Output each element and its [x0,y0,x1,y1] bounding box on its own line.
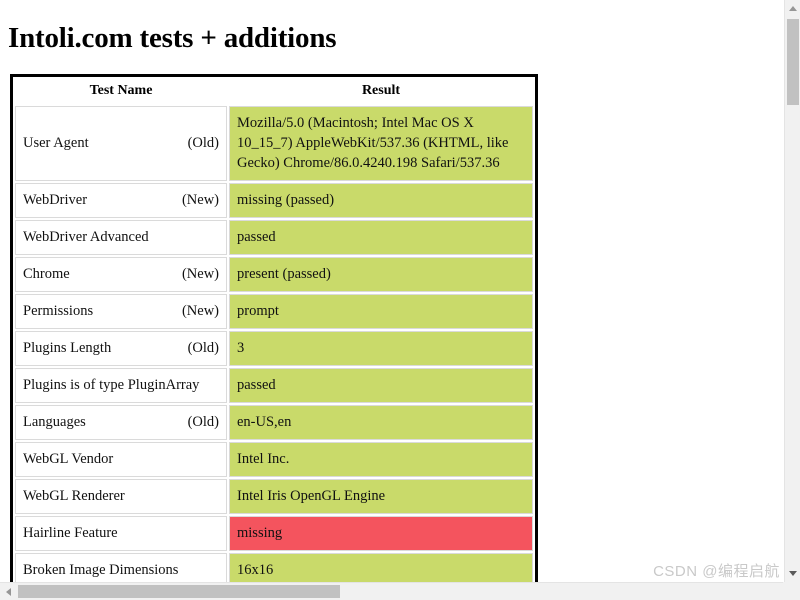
test-name-label: WebGL Renderer [23,488,125,504]
test-name-label: Permissions [23,303,94,319]
page-title: Intoli.com tests + additions [8,22,337,54]
table-row: WebDriver (New) missing (passed) [15,183,533,218]
test-name-label: WebDriver Advanced [23,229,149,245]
test-name-cell: WebGL Renderer [15,479,227,514]
test-result-cell: present (passed) [229,257,533,292]
table-row: Languages (Old) en-US,en [15,405,533,440]
test-name-inner: User Agent (Old) [23,133,219,153]
test-name-cell: Plugins Length (Old) [15,331,227,366]
test-name-label: User Agent [23,135,89,151]
test-result-cell: Intel Iris OpenGL Engine [229,479,533,514]
table-row: Permissions (New) prompt [15,294,533,329]
table-header-row: Test Name Result [15,79,533,104]
test-age-label: (New) [181,303,219,319]
test-name-inner: WebGL Vendor [23,449,219,469]
test-name-cell: WebDriver Advanced [15,220,227,255]
test-name-cell: User Agent (Old) [15,106,227,181]
table-row: Chrome (New) present (passed) [15,257,533,292]
table-header: Test Name Result [15,79,533,104]
test-name-inner: Hairline Feature [23,523,219,543]
scroll-left-button[interactable] [0,583,17,600]
table-body: User Agent (Old) Mozilla/5.0 (Macintosh; I… [15,106,533,582]
test-name-cell: Languages (Old) [15,405,227,440]
column-header-result: Result [229,79,533,104]
test-name-label: Hairline Feature [23,525,118,541]
vertical-scrollbar[interactable] [784,0,800,600]
scrollbar-corner [783,582,800,600]
test-name-inner: WebDriver Advanced [23,227,219,247]
test-name-inner: Languages (Old) [23,412,219,432]
browser-content-viewport: Intoli.com tests + additions Test Name R… [0,0,784,582]
test-result-cell: Intel Inc. [229,442,533,477]
test-name-inner: Plugins is of type PluginArray [23,375,219,395]
test-result-cell: missing (passed) [229,183,533,218]
test-name-cell: Plugins is of type PluginArray [15,368,227,403]
table-row: WebGL Vendor Intel Inc. [15,442,533,477]
test-name-label: Plugins is of type PluginArray [23,377,200,393]
table-row: Broken Image Dimensions 16x16 [15,553,533,582]
test-result-cell: en-US,en [229,405,533,440]
test-name-cell: WebDriver (New) [15,183,227,218]
horizontal-scrollbar[interactable] [0,582,784,600]
test-name-label: Languages [23,414,86,430]
test-name-label: WebDriver [23,192,88,208]
test-name-cell: Chrome (New) [15,257,227,292]
table-row: Plugins Length (Old) 3 [15,331,533,366]
page-content: Intoli.com tests + additions Test Name R… [0,0,784,582]
csdn-watermark: CSDN @编程启航 [653,563,780,580]
table-row: Plugins is of type PluginArray passed [15,368,533,403]
table-row: WebDriver Advanced passed [15,220,533,255]
test-result-cell: 16x16 [229,553,533,582]
vertical-scrollbar-thumb[interactable] [787,19,799,105]
scroll-down-button[interactable] [785,565,800,582]
test-age-label: (Old) [187,414,219,430]
test-result-cell: prompt [229,294,533,329]
column-header-test-name: Test Name [15,79,227,104]
test-name-inner: WebDriver (New) [23,190,219,210]
test-name-inner: WebGL Renderer [23,486,219,506]
test-age-label: (New) [181,266,219,282]
test-name-inner: Chrome (New) [23,264,219,284]
intoli-tests-table: Test Name Result User Agent (Old) Mozilla/… [13,77,535,582]
test-name-cell: Broken Image Dimensions [15,553,227,582]
test-name-inner: Broken Image Dimensions [23,560,219,580]
test-age-label: (New) [181,192,219,208]
table-row: User Agent (Old) Mozilla/5.0 (Macintosh; I… [15,106,533,181]
test-name-label: WebGL Vendor [23,451,114,467]
intoli-tests-table-container: Test Name Result User Agent (Old) Mozilla/… [10,74,538,582]
test-name-inner: Plugins Length (Old) [23,338,219,358]
scroll-up-button[interactable] [785,0,800,17]
test-result-cell: passed [229,368,533,403]
test-name-inner: Permissions (New) [23,301,219,321]
test-result-cell: passed [229,220,533,255]
triangle-up-icon [789,6,797,11]
test-name-cell: WebGL Vendor [15,442,227,477]
table-row: Hairline Feature missing [15,516,533,551]
test-result-cell: 3 [229,331,533,366]
test-name-label: Broken Image Dimensions [23,562,179,578]
test-age-label: (Old) [187,135,219,151]
test-result-cell: missing [229,516,533,551]
test-name-label: Chrome [23,266,70,282]
test-name-cell: Hairline Feature [15,516,227,551]
triangle-down-icon [789,571,797,576]
test-result-cell: Mozilla/5.0 (Macintosh; Intel Mac OS X 1… [229,106,533,181]
test-age-label: (Old) [187,340,219,356]
table-row: WebGL Renderer Intel Iris OpenGL Engine [15,479,533,514]
triangle-left-icon [6,587,11,596]
horizontal-scrollbar-thumb[interactable] [18,585,340,598]
test-name-label: Plugins Length [23,340,112,356]
test-name-cell: Permissions (New) [15,294,227,329]
